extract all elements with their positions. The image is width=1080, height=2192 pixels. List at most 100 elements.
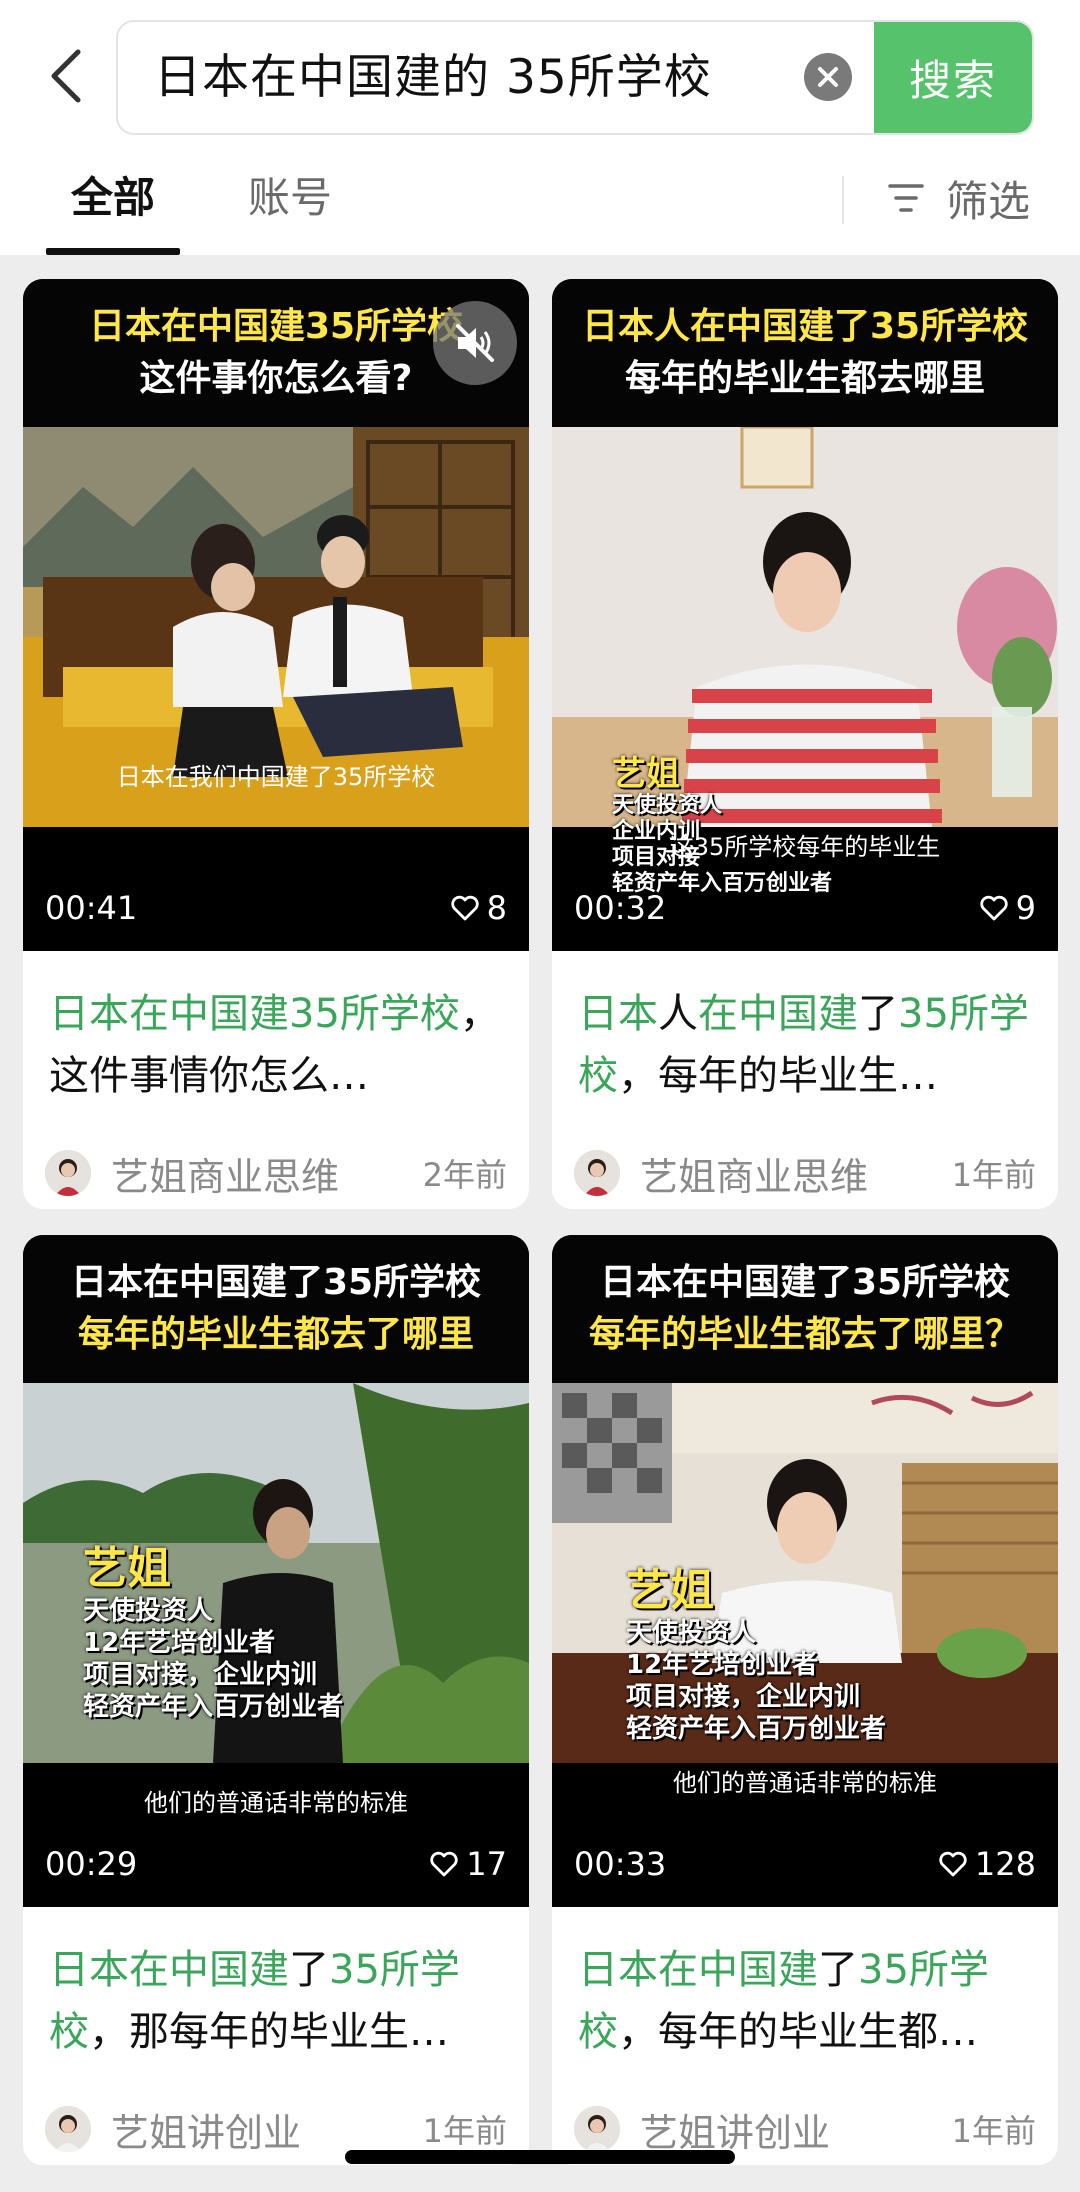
avatar [45,1150,91,1196]
author-name: 艺姐讲创业 [111,2110,302,2155]
like-count-value: 9 [1015,889,1036,927]
title-text: 人 [658,991,698,1037]
video-title[interactable]: 日本人在中国建了35所学校，每年的毕业生… [578,983,1038,1107]
like-count-value: 8 [486,889,507,927]
author-row[interactable]: 艺姐商业思维 2年前 [45,1147,507,1199]
video-thumbnail[interactable]: 日本在中国建了35所学校 每年的毕业生都去了哪里？ 艺姐 天使投资人 12年艺培… [552,1235,1058,1907]
overlay-line: 艺姐 [612,754,680,794]
title-text: ，每年的毕业生… [618,1053,938,1099]
caption-line: 日本在中国建35所学校 [88,306,464,347]
divider [842,176,844,224]
active-tab-indicator [46,248,180,255]
author-row[interactable]: 艺姐讲创业 1年前 [574,2103,1036,2155]
filter-icon [888,184,924,212]
title-text: 了 [289,1947,329,1993]
video-subtitle: 他们的普通话非常的标准 [144,1789,408,1817]
home-indicator[interactable] [345,2150,735,2164]
video-title[interactable]: 日本在中国建35所学校，这件事情你怎么… [49,983,509,1107]
overlay-line: 12年艺培创业者 [626,1650,819,1680]
title-highlight: 在中国建 [698,991,858,1037]
top-bar: 日本在中国建的 35所学校 搜索 全部 账号 筛选 [0,0,1080,255]
overlay-line: 项目对接，企业内训 [626,1682,861,1712]
overlay-line: 轻资产年入百万创业者 [83,1692,344,1722]
video-caption: 日本在中国建了35所学校 每年的毕业生都去了哪里 [23,1235,529,1383]
search-input[interactable]: 日本在中国建的 35所学校 [154,22,712,133]
like-count-value: 17 [466,1845,507,1883]
video-thumbnail[interactable]: 日本在中国建了35所学校 每年的毕业生都去了哪里 艺姐 天使投资人 12年艺培创… [23,1235,529,1907]
video-duration: 00:32 [574,889,667,927]
post-time: 2年前 [422,1156,507,1194]
title-text: ，每年的毕业生都… [618,2009,978,2055]
title-highlight: 日本在中国建 [578,1947,818,1993]
video-title[interactable]: 日本在中国建了35所学校，那每年的毕业生… [49,1939,509,2063]
like-count: 128 [939,1845,1036,1883]
heart-icon [939,1851,967,1877]
author-row[interactable]: 艺姐商业思维 1年前 [574,1147,1036,1199]
video-thumbnail[interactable]: 日本在中国建35所学校 这件事你怎么看? 日本在我们中国建了35所学校 00:4… [23,279,529,951]
post-time: 1年前 [951,1156,1036,1194]
video-card[interactable]: 日本在中国建了35所学校 每年的毕业生都去了哪里？ 艺姐 天使投资人 12年艺培… [552,1235,1058,2165]
author-name: 艺姐讲创业 [640,2110,831,2155]
video-card[interactable]: 日本在中国建35所学校 这件事你怎么看? 日本在我们中国建了35所学校 00:4… [23,279,529,1209]
caption-line: 这件事你怎么看? [139,358,413,399]
caption-line: 日本人在中国建了35所学校 [581,306,1029,347]
like-count: 9 [979,889,1036,927]
video-overlay: 艺姐 天使投资人 企业内训 项目对接 轻资产年入百万创业者 [612,755,832,897]
search-button[interactable]: 搜索 [874,22,1032,133]
tab-account[interactable]: 账号 [248,160,332,236]
overlay-line: 天使投资人 [626,1618,757,1648]
caption-line: 日本在中国建了35所学校 [70,1262,482,1303]
title-highlight: 日本在中国建35所学校 [49,991,460,1037]
author-name: 艺姐商业思维 [111,1154,340,1199]
overlay-line: 艺姐 [626,1565,714,1616]
video-duration: 00:41 [45,889,138,927]
heart-icon [450,895,479,921]
video-overlay: 艺姐 天使投资人 12年艺培创业者 项目对接，企业内训 轻资产年入百万创业者 [626,1565,886,1745]
caption-line: 每年的毕业生都去哪里 [624,358,985,399]
heart-icon [979,895,1008,921]
video-subtitle: 日本在我们中国建了35所学校 [116,763,436,791]
filter-label: 筛选 [946,176,1031,226]
like-count: 17 [430,1845,507,1883]
title-highlight: 日本 [578,991,658,1037]
author-name: 艺姐商业思维 [640,1154,869,1199]
video-title[interactable]: 日本在中国建了35所学校，每年的毕业生都… [578,1939,1038,2063]
author-row[interactable]: 艺姐讲创业 1年前 [45,2103,507,2155]
overlay-line: 天使投资人 [83,1596,214,1626]
video-card[interactable]: 日本在中国建了35所学校 每年的毕业生都去了哪里 艺姐 天使投资人 12年艺培创… [23,1235,529,2165]
video-caption: 日本在中国建了35所学校 每年的毕业生都去了哪里？ [552,1235,1058,1383]
avatar [574,1150,620,1196]
overlay-line: 12年艺培创业者 [83,1628,276,1658]
like-count: 8 [450,889,507,927]
video-duration: 00:29 [45,1845,138,1883]
overlay-line: 艺姐 [83,1543,171,1594]
search-box[interactable]: 日本在中国建的 35所学校 搜索 [116,20,1034,135]
title-text: ，那每年的毕业生… [89,2009,449,2055]
caption-line: 每年的毕业生都去了哪里 [77,1314,474,1355]
tab-all[interactable]: 全部 [46,160,180,236]
avatar [45,2106,91,2152]
close-icon [818,67,838,87]
video-duration: 00:33 [574,1845,667,1883]
chevron-left-icon [51,49,81,103]
caption-line: 每年的毕业生都去了哪里？ [588,1314,1021,1355]
title-highlight: 日本在中国建 [49,1947,289,1993]
back-button[interactable] [36,40,96,112]
mute-icon [456,324,494,362]
clear-button[interactable] [804,53,852,101]
title-text: 了 [858,991,898,1037]
video-thumbnail[interactable]: 日本人在中国建了35所学校 每年的毕业生都去哪里 艺姐 天使投资人 企业内训 项… [552,279,1058,951]
video-subtitle: 他们的普通话非常的标准 [673,1769,937,1797]
heart-icon [430,1851,458,1877]
video-card[interactable]: 日本人在中国建了35所学校 每年的毕业生都去哪里 艺姐 天使投资人 企业内训 项… [552,279,1058,1209]
mute-button[interactable] [433,301,517,385]
overlay-line: 天使投资人 [612,793,723,818]
filter-button[interactable]: 筛选 [886,160,1030,236]
post-time: 1年前 [951,2112,1036,2150]
caption-line: 日本在中国建了35所学校 [599,1262,1011,1303]
title-text: 了 [818,1947,858,1993]
video-subtitle: 这35所学校每年的毕业生 [669,833,941,861]
video-overlay: 艺姐 天使投资人 12年艺培创业者 项目对接，企业内训 轻资产年入百万创业者 [83,1543,343,1723]
avatar [574,2106,620,2152]
overlay-line: 轻资产年入百万创业者 [626,1714,887,1744]
